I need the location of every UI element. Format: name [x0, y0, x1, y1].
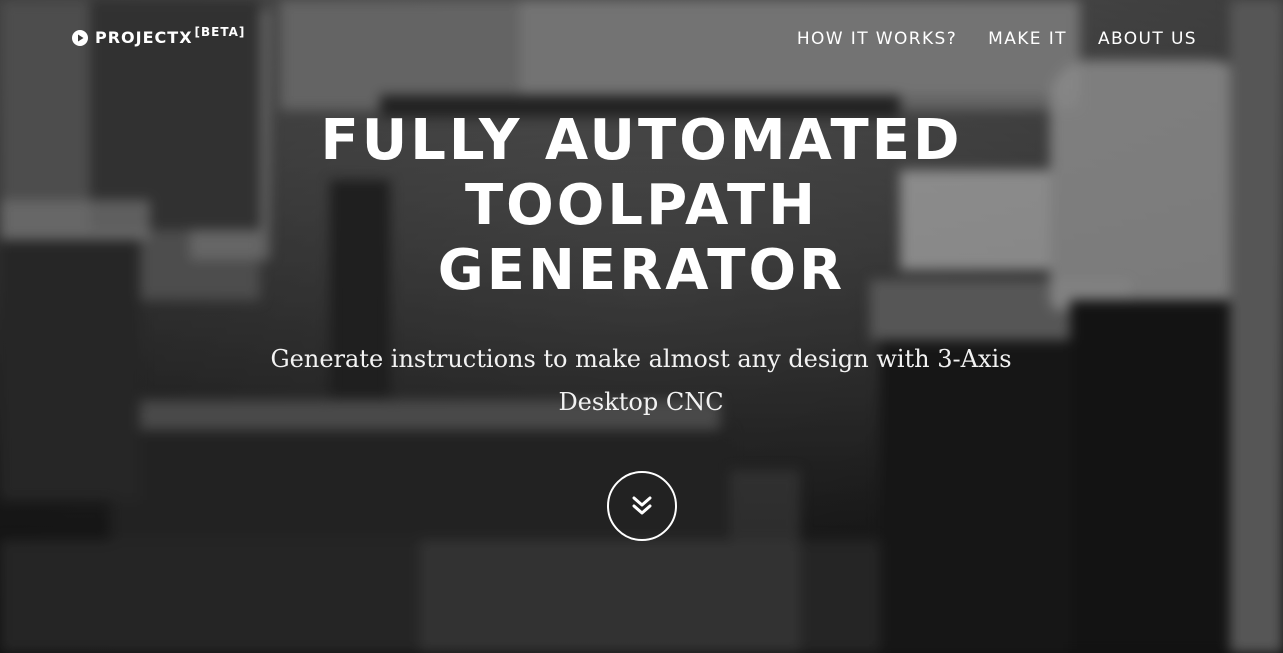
nav-make-it[interactable]: MAKE IT: [988, 28, 1067, 50]
hero-subtitle: Generate instructions to make almost any…: [270, 345, 1012, 416]
hero-section: PROJECTX [BETA] HOW IT WORKS? MAKE IT AB…: [0, 0, 1283, 653]
headline-line-1: FULLY AUTOMATED: [320, 108, 963, 173]
nav-how-it-works[interactable]: HOW IT WORKS?: [797, 28, 957, 50]
brand-logo-link[interactable]: PROJECTX [BETA]: [72, 26, 245, 50]
main-nav: HOW IT WORKS? MAKE IT ABOUT US: [797, 28, 1197, 50]
play-circle-icon: [72, 30, 88, 46]
scroll-down-button[interactable]: [607, 471, 677, 541]
hero-headline: FULLY AUTOMATED TOOLPATH GENERATOR: [0, 108, 1283, 303]
brand-name: PROJECTX: [95, 28, 193, 47]
nav-about-us[interactable]: ABOUT US: [1098, 28, 1197, 50]
brand-beta-tag: [BETA]: [194, 25, 246, 39]
headline-line-3: GENERATOR: [437, 238, 846, 303]
double-chevron-down-icon: [632, 496, 652, 515]
background-overlay: [0, 0, 1283, 653]
headline-line-2: TOOLPATH: [464, 173, 819, 238]
